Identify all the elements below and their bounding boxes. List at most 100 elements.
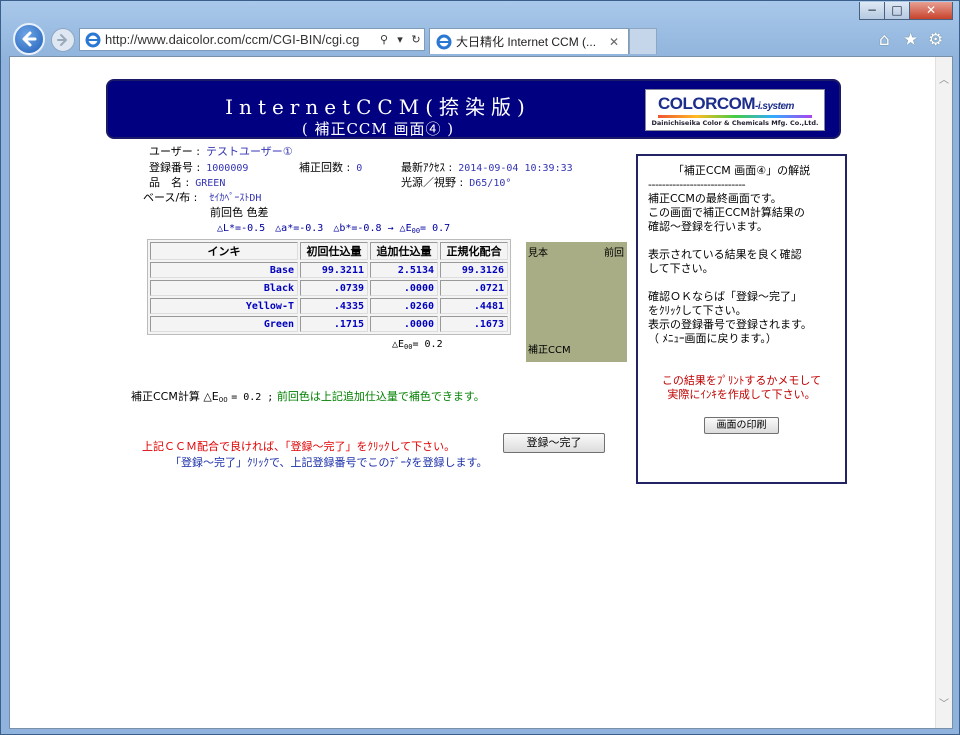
calc-note: 前回色は上記追加仕込量で補色できます。 (276, 390, 485, 403)
page-title: InternetCCM(捺染版) (225, 95, 531, 119)
window-controls: − □ ✕ (859, 2, 953, 20)
tab-title: 大日精化 Internet CCM (... (456, 35, 597, 49)
register-instruction: 上記ＣＣＭ配合で良ければ、「登録～完了」をｸﾘｯｸして下さい。 (142, 440, 456, 453)
base-row: ベース/布 : ｾｲｶﾍﾟｰｽﾄDH (143, 189, 261, 205)
col-header-initial: 初回仕込量 (300, 242, 368, 260)
table-row: Base 99.3211 2.5134 99.3126 (150, 262, 508, 278)
table-row: Green .1715 .0000 .1673 (150, 316, 508, 332)
help-line: 表示の登録番号で登録されます。 (648, 318, 812, 331)
user-row: ユーザー : テストユーザー① (149, 143, 293, 159)
calc-prefix: 補正CCM計算 △E (131, 390, 219, 403)
print-screen-button[interactable]: 画面の印刷 (704, 417, 779, 434)
normalized-cell: .4481 (440, 298, 508, 314)
base-value: ｾｲｶﾍﾟｰｽﾄDH (209, 193, 262, 204)
table-header-row: インキ 初回仕込量 追加仕込量 正規化配合 (150, 242, 508, 260)
address-url[interactable]: http://www.daicolor.com/ccm/CGI-BIN/cgi.… (105, 32, 376, 47)
light-row: 光源／視野 : D65/10° (401, 174, 511, 190)
tab-active[interactable]: 大日精化 Internet CCM (... ✕ (429, 28, 629, 54)
scroll-down-icon[interactable]: ﹀ (936, 695, 952, 710)
initial-amount-cell: .1715 (300, 316, 368, 332)
initial-amount-cell: .4335 (300, 298, 368, 314)
colorcom-logo: COLORCOM-i.system Dainichiseika Color & … (645, 89, 825, 131)
help-line: して下さい。 (648, 262, 714, 275)
search-icon[interactable]: ⚲ (376, 33, 392, 46)
reg-row: 登録番号 : 1000009 (149, 159, 248, 175)
ie-logo-icon (436, 34, 452, 49)
logo-color-bar (658, 115, 812, 118)
swatch-sample-label: 見本 (528, 248, 548, 259)
swatch-previous-label: 前回 (604, 248, 624, 259)
logo-main-text: COLORCOM (658, 94, 756, 113)
maximize-button[interactable]: □ (884, 2, 910, 20)
delta-line: △L*=-0.5 △a*=-0.3 △b*=-0.8 → △E (217, 223, 412, 234)
delta-values: △L*=-0.5 △a*=-0.3 △b*=-0.8 → △E00= 0.7 (217, 219, 450, 235)
address-bar[interactable]: http://www.daicolor.com/ccm/CGI-BIN/cgi.… (79, 28, 425, 51)
ink-table: インキ 初回仕込量 追加仕込量 正規化配合 Base 99.3211 2.513… (147, 239, 511, 335)
help-print-note: 実際にｲﾝｷを作成して下さい。 (667, 388, 816, 401)
table-row: Yellow-T .4335 .0260 .4481 (150, 298, 508, 314)
back-button[interactable] (13, 23, 45, 55)
ink-name-cell: Yellow-T (150, 298, 298, 314)
correction-label: 補正回数 : (299, 161, 351, 174)
page-header-banner: InternetCCM(捺染版) ( 補正CCM 画面④ ) COLORCOM-… (106, 79, 841, 139)
table-delta-e: △E00= 0.2 (392, 339, 443, 351)
base-label: ベース/布 : (143, 191, 198, 204)
additional-amount-cell: .0000 (370, 280, 438, 296)
close-window-button[interactable]: ✕ (909, 2, 953, 20)
help-title: 「補正CCM 画面④」の解説 (672, 164, 811, 177)
normalized-cell: .0721 (440, 280, 508, 296)
logo-company-text: Dainichiseika Color & Chemicals Mfg. Co.… (651, 119, 819, 127)
correction-value: 0 (356, 163, 363, 174)
access-row: 最新ｱｸｾｽ : 2014-09-04 10:39:33 (401, 159, 573, 175)
dropdown-icon[interactable]: ▾ (392, 33, 408, 46)
additional-amount-cell: .0260 (370, 298, 438, 314)
home-icon[interactable]: ⌂ (879, 30, 890, 50)
table-row: Black .0739 .0000 .0721 (150, 280, 508, 296)
gear-icon[interactable]: ⚙ (928, 30, 943, 50)
register-complete-button[interactable]: 登録～完了 (503, 433, 605, 453)
calc-sub: 00 (218, 396, 228, 404)
prev-diff-label: 前回色 色差 (210, 206, 269, 219)
ink-name-cell: Green (150, 316, 298, 332)
page-subtitle: ( 補正CCM 画面④ ) (301, 120, 455, 138)
vertical-scrollbar[interactable]: ︿ ﹀ (935, 57, 952, 728)
browser-window: − □ ✕ http://www.daicolor.com/ccm/CGI-BI… (0, 0, 960, 735)
light-label: 光源／視野 : (401, 176, 464, 189)
help-line: 表示されている結果を良く確認 (648, 248, 802, 261)
help-print-note: この結果をﾌﾟﾘﾝﾄするかメモして (661, 374, 822, 387)
access-label: 最新ｱｸｾｽ : (401, 161, 453, 174)
help-divider: ---------------------------- (648, 178, 746, 191)
help-line: この画面で補正CCM計算結果の (648, 206, 805, 219)
correction-row: 補正回数 : 0 (299, 159, 362, 175)
back-arrow-icon (22, 31, 37, 47)
reg-value: 1000009 (206, 163, 249, 174)
favorites-star-icon[interactable]: ★ (903, 30, 918, 50)
page-viewport: InternetCCM(捺染版) ( 補正CCM 画面④ ) COLORCOM-… (9, 56, 953, 729)
prev-diff-row: 前回色 色差 (210, 204, 269, 220)
table-delta-e-value: = 0.2 (412, 339, 443, 350)
logo-suffix-text: -i.system (755, 101, 794, 112)
color-swatch: 見本 前回 補正CCM (526, 242, 627, 362)
help-line: 確認～登録を行います。 (648, 220, 768, 233)
swatch-corrected-label: 補正CCM (528, 345, 571, 356)
normalized-cell: 99.3126 (440, 262, 508, 278)
forward-arrow-icon (57, 34, 68, 46)
new-tab-button[interactable] (629, 28, 657, 54)
register-note: 「登録～完了」ｸﾘｯｸで、上記登録番号でこのﾃﾞｰﾀを登録します。 (170, 456, 488, 469)
forward-button[interactable] (51, 28, 75, 52)
user-label: ユーザー : (149, 145, 200, 158)
page-content: InternetCCM(捺染版) ( 補正CCM 画面④ ) COLORCOM-… (10, 57, 936, 728)
product-label: 品 名 : (149, 176, 190, 189)
access-value: 2014-09-04 10:39:33 (458, 163, 573, 174)
help-line: 補正CCMの最終画面です。 (648, 192, 782, 205)
help-line: （ ﾒﾆｭｰ画面に戻ります。） (648, 332, 777, 345)
light-value: D65/10° (469, 178, 512, 189)
table-delta-e-prefix: △E (392, 339, 405, 350)
calc-value: = 0.2 ; (231, 392, 274, 403)
refresh-icon[interactable]: ↻ (408, 33, 424, 46)
reg-label: 登録番号 : (149, 161, 201, 174)
minimize-button[interactable]: − (859, 2, 885, 20)
scroll-up-icon[interactable]: ︿ (936, 71, 952, 86)
close-tab-icon[interactable]: ✕ (609, 35, 623, 49)
normalized-cell: .1673 (440, 316, 508, 332)
